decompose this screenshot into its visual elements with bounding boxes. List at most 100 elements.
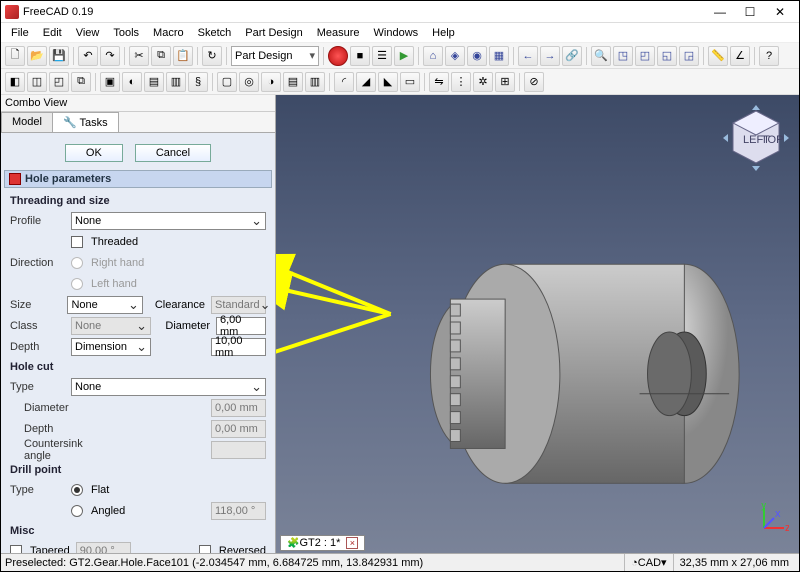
- combo-view: Combo View Model 🔧 Tasks OK Cancel Hole …: [1, 95, 276, 553]
- menu-part-design[interactable]: Part Design: [239, 25, 308, 41]
- left-hand-radio: [71, 278, 83, 290]
- angled-radio[interactable]: [71, 505, 83, 517]
- revolution-icon[interactable]: ◐: [122, 72, 142, 92]
- clearance-label: Clearance: [155, 299, 205, 311]
- thickness-icon[interactable]: ▭: [400, 72, 420, 92]
- countersink-input: [211, 441, 266, 459]
- groove-icon[interactable]: ◑: [261, 72, 281, 92]
- fit-all-icon[interactable]: ⌂: [423, 46, 443, 66]
- profile-label: Profile: [10, 215, 65, 227]
- status-preselect: Preselected: GT2.Gear.Hole.Face101 (-2.0…: [5, 557, 624, 569]
- diameter-input[interactable]: 6,00 mm: [216, 317, 266, 335]
- loft-icon[interactable]: ▤: [144, 72, 164, 92]
- depth-label: Depth: [10, 341, 65, 353]
- front-view-icon[interactable]: ◰: [635, 46, 655, 66]
- nav-left-icon[interactable]: ←: [518, 46, 538, 66]
- menu-tools[interactable]: Tools: [107, 25, 145, 41]
- menu-help[interactable]: Help: [426, 25, 461, 41]
- menu-edit[interactable]: Edit: [37, 25, 68, 41]
- fillet-icon[interactable]: ◜: [334, 72, 354, 92]
- macro-record-icon[interactable]: [328, 46, 348, 66]
- close-doc-icon[interactable]: ×: [346, 537, 358, 549]
- cancel-button[interactable]: Cancel: [135, 144, 211, 162]
- mirror-icon[interactable]: ⇋: [429, 72, 449, 92]
- document-tab[interactable]: 🧩 GT2 : 1* ×: [280, 535, 365, 551]
- maximize-button[interactable]: ☐: [735, 2, 765, 22]
- link-icon[interactable]: 🔗: [562, 46, 582, 66]
- right-view-icon[interactable]: ◲: [679, 46, 699, 66]
- depth-select[interactable]: Dimension: [71, 338, 151, 356]
- right-hand-label: Right hand: [91, 257, 144, 269]
- refresh-icon[interactable]: ↻: [202, 46, 222, 66]
- close-button[interactable]: ✕: [765, 2, 795, 22]
- hole-icon[interactable]: ◎: [239, 72, 259, 92]
- menu-sketch[interactable]: Sketch: [192, 25, 238, 41]
- tapered-checkbox[interactable]: [10, 545, 22, 553]
- sub-loft-icon[interactable]: ▤: [283, 72, 303, 92]
- draw-style-icon[interactable]: ◉: [467, 46, 487, 66]
- body-icon[interactable]: ◧: [5, 72, 25, 92]
- iso-view-icon[interactable]: ◳: [613, 46, 633, 66]
- 3d-viewport[interactable]: LEFT TOP z y x 🧩 GT2 : 1* ×: [276, 95, 799, 553]
- clone-icon[interactable]: ⧉: [71, 72, 91, 92]
- svg-text:y: y: [761, 503, 767, 511]
- sketch-icon[interactable]: ◫: [27, 72, 47, 92]
- open-icon[interactable]: 📂: [27, 46, 47, 66]
- size-select[interactable]: None: [67, 296, 142, 314]
- zoom-icon[interactable]: 🔍: [591, 46, 611, 66]
- helix-icon[interactable]: §: [188, 72, 208, 92]
- cut-icon[interactable]: ✂: [129, 46, 149, 66]
- workbench-select[interactable]: Part Design: [231, 46, 319, 66]
- tab-model[interactable]: Model: [1, 112, 53, 132]
- profile-select[interactable]: None: [71, 212, 266, 230]
- new-icon[interactable]: 🗋: [5, 46, 25, 66]
- menu-measure[interactable]: Measure: [311, 25, 366, 41]
- boolean-icon[interactable]: ⊘: [524, 72, 544, 92]
- pad-icon[interactable]: ▣: [100, 72, 120, 92]
- minimize-button[interactable]: —: [705, 2, 735, 22]
- multi-transform-icon[interactable]: ⊞: [495, 72, 515, 92]
- linear-pattern-icon[interactable]: ⋮: [451, 72, 471, 92]
- plane-icon[interactable]: ◰: [49, 72, 69, 92]
- polar-pattern-icon[interactable]: ✲: [473, 72, 493, 92]
- macro-stop-icon[interactable]: ■: [350, 46, 370, 66]
- undo-icon[interactable]: ↶: [78, 46, 98, 66]
- svg-text:TOP: TOP: [761, 134, 783, 146]
- reversed-checkbox[interactable]: [199, 545, 211, 553]
- ok-button[interactable]: OK: [65, 144, 123, 162]
- reversed-label: Reversed: [219, 545, 266, 553]
- flat-radio[interactable]: [71, 484, 83, 496]
- fit-selection-icon[interactable]: ◈: [445, 46, 465, 66]
- toolbar-partdesign: ◧ ◫ ◰ ⧉ ▣ ◐ ▤ ▥ § ▢ ◎ ◑ ▤ ▥ ◜ ◢ ◣ ▭ ⇋ ⋮ …: [1, 69, 799, 95]
- sweep-icon[interactable]: ▥: [166, 72, 186, 92]
- menu-view[interactable]: View: [70, 25, 106, 41]
- sub-sweep-icon[interactable]: ▥: [305, 72, 325, 92]
- macro-play-icon[interactable]: ▶: [394, 46, 414, 66]
- chamfer-icon[interactable]: ◢: [356, 72, 376, 92]
- draft-icon[interactable]: ◣: [378, 72, 398, 92]
- menu-file[interactable]: File: [5, 25, 35, 41]
- tab-tasks[interactable]: 🔧 Tasks: [52, 112, 119, 132]
- nav-right-icon[interactable]: →: [540, 46, 560, 66]
- left-hand-label: Left hand: [91, 278, 137, 290]
- menu-windows[interactable]: Windows: [368, 25, 425, 41]
- threaded-checkbox[interactable]: [71, 236, 83, 248]
- help-icon[interactable]: ?: [759, 46, 779, 66]
- nav-cube[interactable]: LEFT TOP: [721, 103, 791, 173]
- depth-input[interactable]: 10,00 mm: [211, 338, 266, 356]
- measure-angle-icon[interactable]: ∠: [730, 46, 750, 66]
- hole-parameters-header[interactable]: Hole parameters: [4, 170, 272, 188]
- top-view-icon[interactable]: ◱: [657, 46, 677, 66]
- bounding-box-icon[interactable]: ▦: [489, 46, 509, 66]
- pocket-icon[interactable]: ▢: [217, 72, 237, 92]
- axis-indicator: z y x: [759, 503, 789, 533]
- copy-icon[interactable]: ⧉: [151, 46, 171, 66]
- holecut-type-select[interactable]: None: [71, 378, 266, 396]
- status-nav-style[interactable]: ◔ CAD ▾: [624, 554, 672, 571]
- redo-icon[interactable]: ↷: [100, 46, 120, 66]
- save-icon[interactable]: 💾: [49, 46, 69, 66]
- macro-list-icon[interactable]: ☰: [372, 46, 392, 66]
- measure-linear-icon[interactable]: 📏: [708, 46, 728, 66]
- paste-icon[interactable]: 📋: [173, 46, 193, 66]
- menu-macro[interactable]: Macro: [147, 25, 190, 41]
